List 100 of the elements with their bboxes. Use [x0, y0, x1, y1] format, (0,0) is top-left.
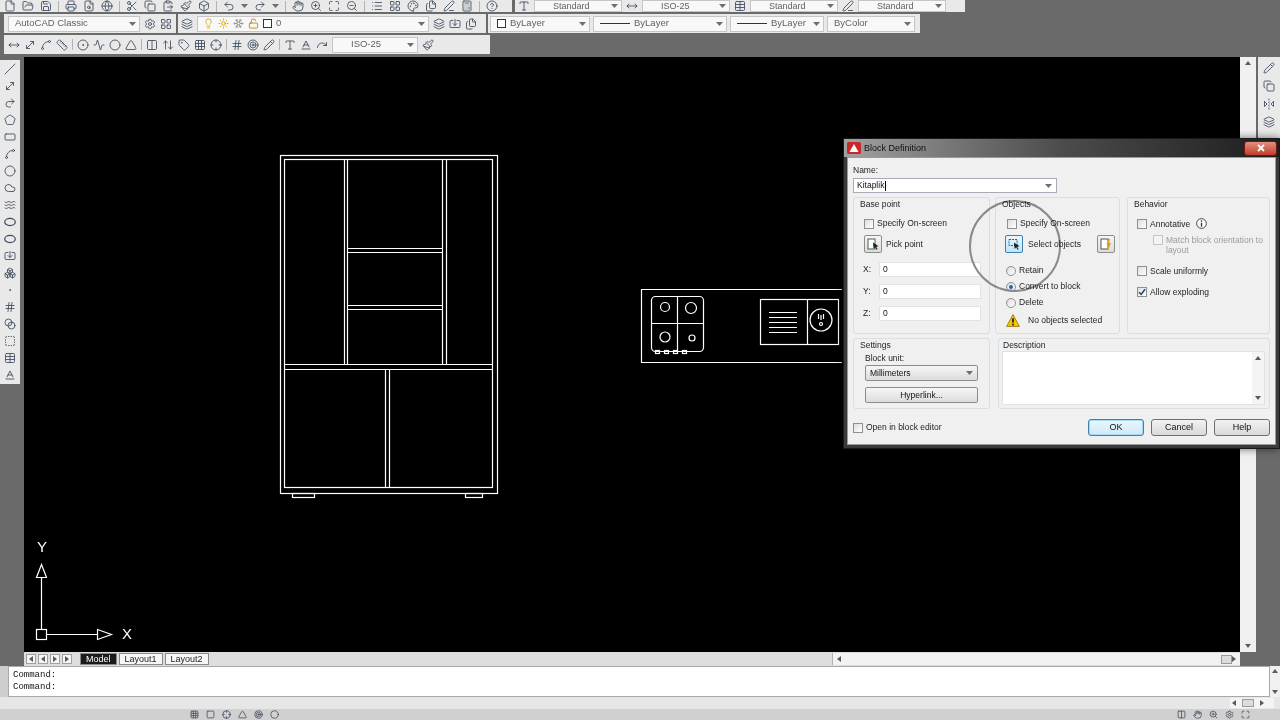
hyperlink-button[interactable]: Hyperlink...	[865, 387, 978, 403]
radio-button[interactable]	[1006, 297, 1016, 308]
close-button[interactable]	[1244, 140, 1277, 156]
dialog-button[interactable]: OK	[1088, 419, 1144, 436]
circle-icon[interactable]	[270, 710, 279, 719]
pan-hand-icon[interactable]	[292, 0, 304, 12]
grid-layout-icon[interactable]	[160, 17, 172, 30]
style-dropdown[interactable]: Standard	[534, 0, 622, 12]
pencil-icon[interactable]	[263, 38, 275, 51]
grid-icon[interactable]	[194, 38, 206, 51]
description-field[interactable]	[1002, 351, 1265, 405]
layout-tab[interactable]: Layout1	[118, 653, 163, 665]
curved-arrow-icon[interactable]	[4, 97, 16, 109]
maximize-icon[interactable]	[1241, 710, 1250, 719]
dashed-square-icon[interactable]	[4, 335, 16, 347]
columns-icon[interactable]	[146, 38, 158, 51]
up-arrow-icon[interactable]	[1272, 669, 1278, 673]
pan-hand-icon[interactable]	[1193, 710, 1202, 719]
zigzag-icon[interactable]	[93, 38, 105, 51]
circle-icon[interactable]	[109, 38, 121, 51]
paintbrush-icon[interactable]	[422, 38, 434, 51]
paste-icon[interactable]	[162, 0, 174, 12]
rectangle-icon[interactable]	[4, 131, 16, 143]
quick-select-button[interactable]	[1097, 235, 1115, 253]
vertical-scrollbar[interactable]	[1252, 352, 1264, 404]
target-icon[interactable]	[254, 710, 263, 719]
copy-icon[interactable]	[144, 0, 156, 12]
cut-icon[interactable]	[126, 0, 138, 12]
cloud-icon[interactable]	[4, 182, 16, 194]
mirror-icon[interactable]	[1263, 98, 1275, 110]
copy-icon[interactable]	[1263, 80, 1275, 92]
dropdown-arrow-icon[interactable]	[241, 4, 248, 8]
layers-icon[interactable]	[181, 17, 193, 30]
down-arrow-icon[interactable]	[1255, 396, 1261, 400]
ellipse-icon[interactable]	[4, 216, 16, 228]
line-icon[interactable]	[4, 63, 16, 75]
scrollbar-thumb[interactable]	[1221, 654, 1232, 664]
underlined-letter-icon[interactable]	[300, 38, 312, 51]
right-arrow-icon[interactable]	[1232, 656, 1236, 662]
zoom-in-icon[interactable]	[1209, 710, 1218, 719]
file-search-icon[interactable]	[83, 0, 95, 12]
paintbrush-icon[interactable]	[180, 0, 192, 12]
left-arrow-icon[interactable]	[1232, 700, 1236, 706]
new-file-icon[interactable]	[4, 0, 16, 12]
style-dropdown[interactable]: Standard	[750, 0, 838, 12]
files-icon[interactable]	[465, 17, 477, 30]
down-arrow-icon[interactable]	[1272, 690, 1278, 694]
text-icon[interactable]	[284, 38, 296, 51]
curve-icon[interactable]	[40, 38, 52, 51]
checkbox[interactable]	[1137, 218, 1147, 229]
pentagon-icon[interactable]	[4, 114, 16, 126]
circle-icon[interactable]	[4, 165, 16, 177]
coordinate-field[interactable]: 0	[879, 284, 981, 299]
up-arrow-icon[interactable]	[1245, 61, 1251, 65]
layer-dropdown[interactable]: 0	[197, 15, 429, 32]
columns-icon[interactable]	[1177, 710, 1186, 719]
checkbox[interactable]	[853, 422, 863, 433]
hash-icon[interactable]	[231, 38, 243, 51]
left-arrow-icon[interactable]	[837, 656, 841, 662]
printer-icon[interactable]	[65, 0, 77, 12]
horizontal-scrollbar[interactable]	[832, 653, 1240, 665]
property-dropdown[interactable]: ByColor	[827, 15, 915, 32]
help-icon[interactable]	[486, 0, 498, 12]
hash-icon[interactable]	[4, 301, 16, 313]
pen-icon[interactable]	[842, 0, 854, 12]
crosshair-icon[interactable]	[210, 38, 222, 51]
table-icon[interactable]	[734, 0, 746, 12]
diagonal-arrows-icon[interactable]	[4, 80, 16, 92]
ruler-icon[interactable]	[56, 38, 68, 51]
tag-icon[interactable]	[178, 38, 190, 51]
diagonal-arrows-icon[interactable]	[24, 38, 36, 51]
scrollbar-thumb[interactable]	[1242, 699, 1254, 707]
layers-icon[interactable]	[433, 17, 445, 30]
radio-button[interactable]	[1006, 281, 1016, 292]
checkbox[interactable]	[864, 218, 874, 229]
dialog-button[interactable]: Cancel	[1151, 419, 1207, 436]
coordinate-field[interactable]: 0	[879, 306, 981, 321]
property-dropdown[interactable]: ByLayer	[490, 15, 590, 32]
open-lock-icon[interactable]	[248, 18, 259, 29]
select-objects-button[interactable]	[1005, 235, 1023, 253]
snowflake-icon[interactable]	[233, 18, 244, 29]
pick-point-button[interactable]	[864, 235, 882, 253]
dialog-button[interactable]: Help	[1214, 419, 1270, 436]
redo-icon[interactable]	[254, 0, 266, 12]
up-arrow-icon[interactable]	[1255, 356, 1261, 360]
text-icon[interactable]	[518, 0, 530, 12]
cube-icon[interactable]	[198, 0, 210, 12]
command-scrollbar[interactable]	[1270, 666, 1280, 697]
triangle-icon[interactable]	[238, 710, 247, 719]
layout-tab[interactable]: Model	[80, 653, 117, 665]
undo-icon[interactable]	[223, 0, 235, 12]
block-unit-select[interactable]: Millimeters	[865, 365, 978, 381]
name-combo-box[interactable]: Kitaplik	[853, 178, 1057, 193]
dotted-circle-icon[interactable]	[77, 38, 89, 51]
target-icon[interactable]	[247, 38, 259, 51]
dropdown-arrow-icon[interactable]	[272, 4, 279, 8]
maximize-icon[interactable]	[328, 0, 340, 12]
grid-layout-icon[interactable]	[389, 0, 401, 12]
ellipse-icon[interactable]	[4, 233, 16, 245]
pencil-icon[interactable]	[1263, 62, 1275, 74]
